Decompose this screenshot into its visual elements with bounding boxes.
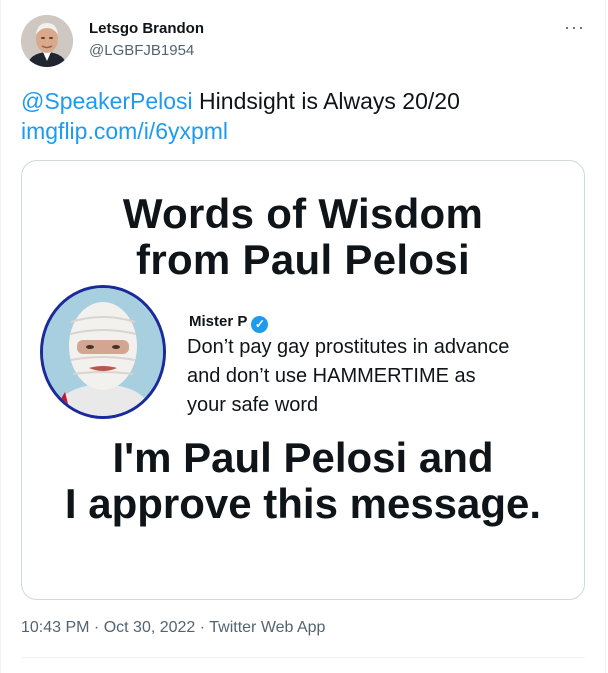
tweet-text: @SpeakerPelosi Hindsight is Always 20/20… (21, 86, 581, 146)
author-handle[interactable]: @LGBFJB1954 (89, 42, 194, 59)
avatar-photo (21, 15, 73, 67)
tweet-media-image[interactable]: Words of Wisdom from Paul Pelosi Mister … (21, 160, 585, 600)
image-link[interactable]: imgflip.com/i/6yxpml (21, 118, 228, 144)
meme-bottom-line: I'm Paul Pelosi and (112, 434, 494, 481)
divider (21, 657, 585, 658)
quote-author-name: Mister P (189, 313, 248, 330)
ellipsis-icon[interactable]: ··· (564, 18, 585, 36)
meme-title-line: Words of Wisdom (122, 190, 484, 237)
quote-line: Don’t pay gay prostitutes in advance (187, 336, 510, 358)
meme-title: Words of Wisdom from Paul Pelosi (22, 191, 584, 283)
bandaged-face-image (43, 288, 163, 416)
quote-author: Mister P ✓ (189, 313, 269, 333)
tweet: Letsgo Brandon @LGBFJB1954 ··· @SpeakerP… (0, 0, 606, 673)
mention-link[interactable]: @SpeakerPelosi (21, 88, 193, 114)
meme-quote: Don’t pay gay prostitutes in advance and… (187, 333, 577, 420)
meme-bottom-line: I approve this message. (64, 480, 542, 527)
quote-line: and don’t use HAMMERTIME as (187, 365, 476, 387)
tweet-timestamp[interactable]: 10:43 PM · Oct 30, 2022 · Twitter Web Ap… (21, 619, 325, 637)
meme-title-line: from Paul Pelosi (136, 236, 470, 283)
quote-line: your safe word (187, 394, 319, 416)
meme-portrait (40, 285, 166, 419)
verified-badge-icon: ✓ (251, 316, 269, 333)
author-display-name[interactable]: Letsgo Brandon (89, 20, 204, 37)
avatar[interactable] (21, 15, 73, 67)
tweet-body: Hindsight is Always 20/20 (192, 88, 460, 114)
meme-bottom-text: I'm Paul Pelosi and I approve this messa… (22, 435, 584, 527)
